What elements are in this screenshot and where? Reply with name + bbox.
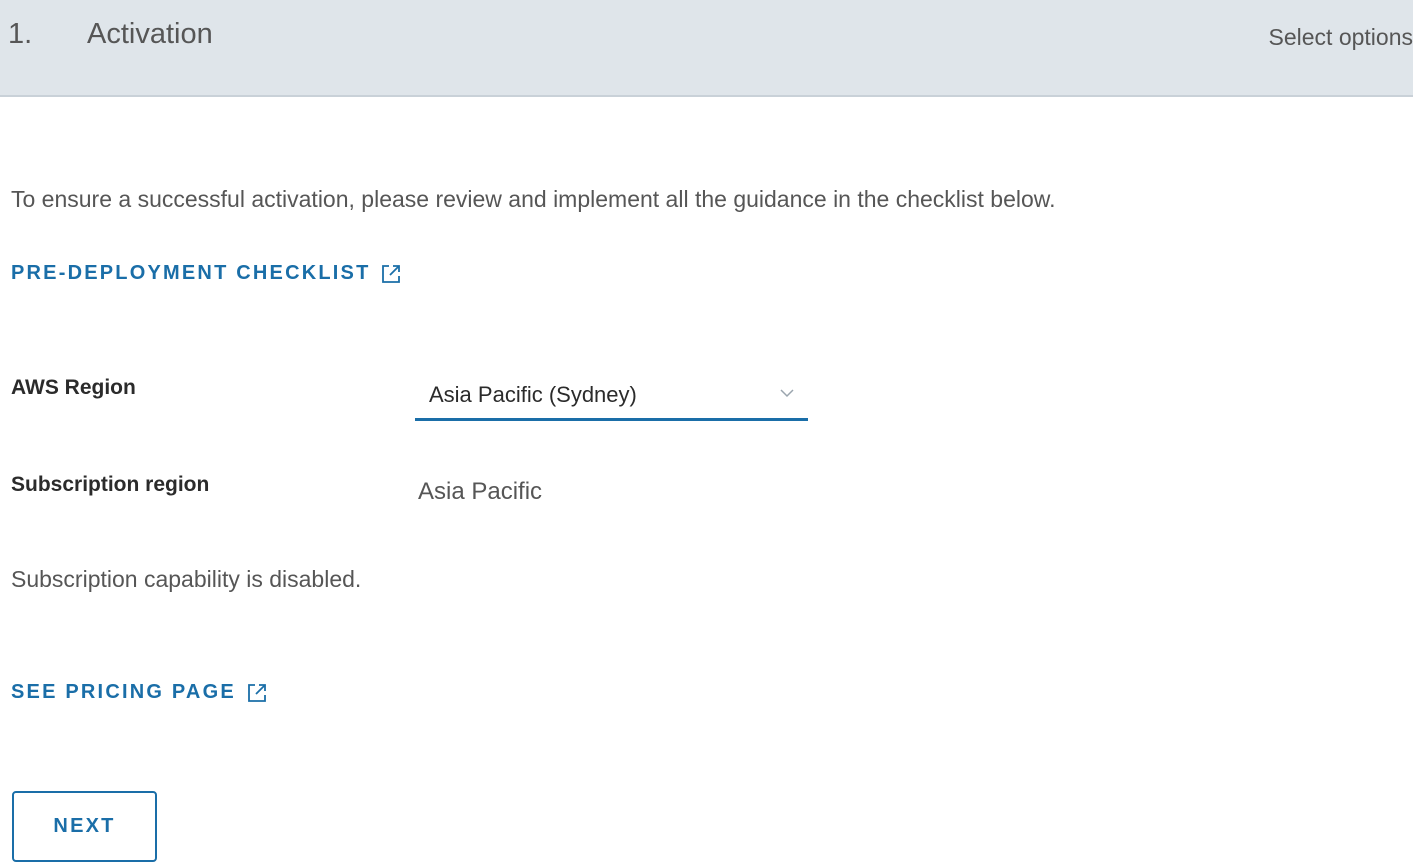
subscription-region-value: Asia Pacific <box>418 478 543 505</box>
external-link-icon <box>247 683 266 702</box>
aws-region-selected-value: Asia Pacific (Sydney) <box>429 382 637 407</box>
pre-deployment-checklist-link[interactable]: PRE-DEPLOYMENT CHECKLIST <box>11 262 402 285</box>
next-button[interactable]: NEXT <box>12 791 157 862</box>
aws-region-label: AWS Region <box>11 376 136 399</box>
subscription-disabled-note: Subscription capability is disabled. <box>11 566 362 592</box>
step-number: 1. <box>8 18 33 50</box>
subscription-region-label: Subscription region <box>11 473 210 496</box>
chevron-down-icon <box>780 389 794 398</box>
pricing-link-label: SEE PRICING PAGE <box>11 681 236 703</box>
external-link-icon <box>382 264 401 283</box>
step-header[interactable]: 1. Activation Select options <box>0 0 1413 97</box>
intro-text: To ensure a successful activation, pleas… <box>11 186 1056 212</box>
aws-region-select[interactable]: Asia Pacific (Sydney) <box>415 374 808 421</box>
step-status: Select options <box>1268 24 1413 50</box>
checklist-link-label: PRE-DEPLOYMENT CHECKLIST <box>11 262 371 284</box>
see-pricing-page-link[interactable]: SEE PRICING PAGE <box>11 681 268 704</box>
step-title: Activation <box>87 18 213 50</box>
